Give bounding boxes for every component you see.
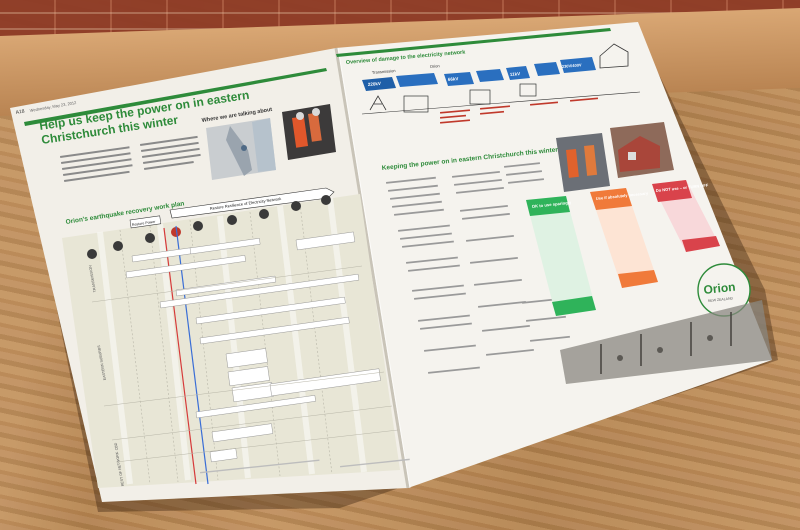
right-photo-houses	[610, 122, 674, 178]
right-photo-workers	[556, 133, 610, 192]
map-image	[206, 118, 276, 180]
net-label-66kv: 66kV	[448, 76, 459, 82]
net-label-11kv: 11kV	[510, 71, 521, 77]
net-label-orion: Orion	[430, 63, 440, 69]
workers-photo	[282, 104, 336, 160]
newspaper-photo: A18 Wednesday, May 23, 2012 Help us keep…	[10, 22, 778, 512]
